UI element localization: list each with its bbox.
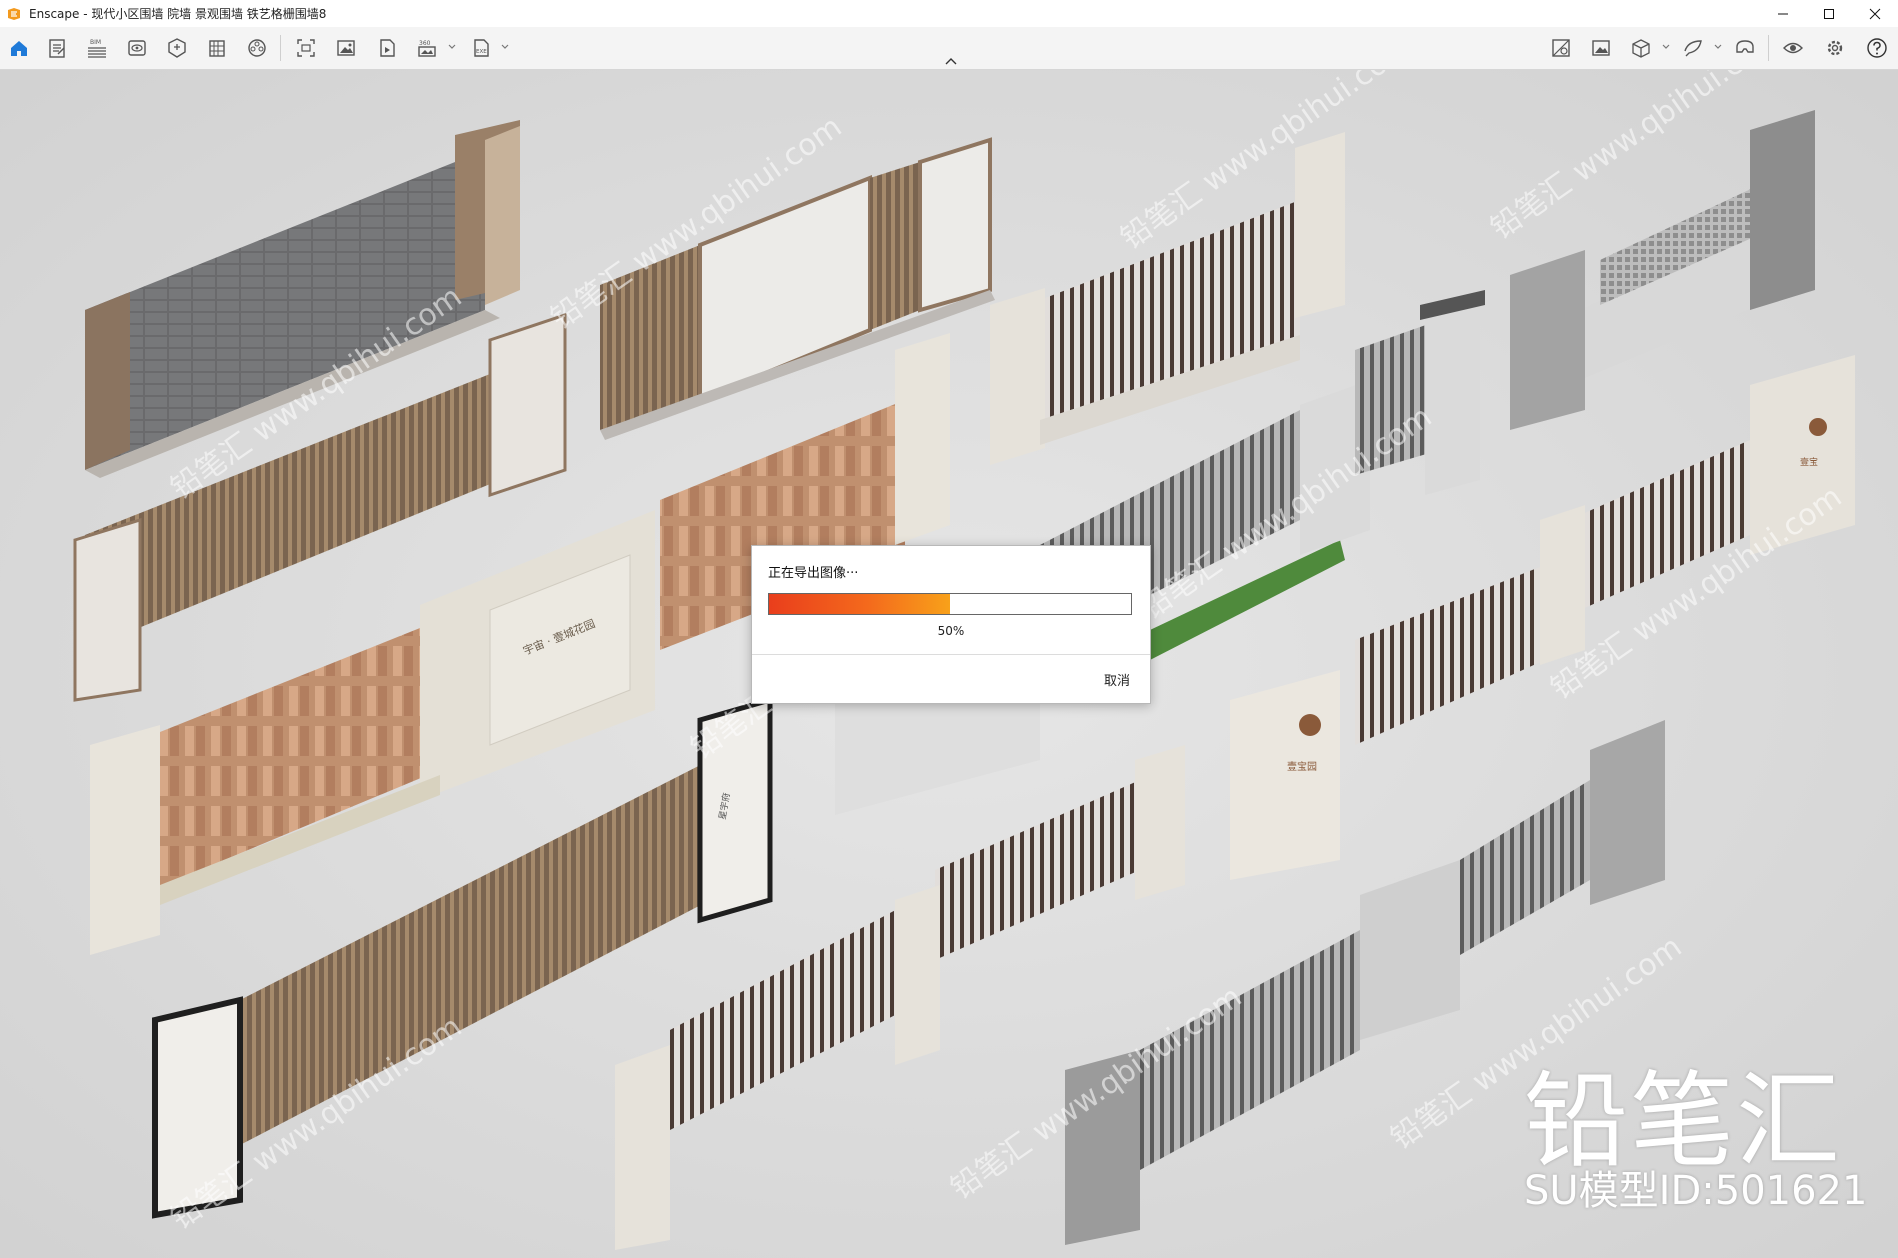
maximize-icon — [1824, 8, 1834, 19]
visibility-button[interactable] — [1780, 35, 1806, 61]
progress-bar — [768, 593, 1132, 615]
home-button[interactable] — [6, 35, 32, 61]
minimize-button[interactable] — [1760, 0, 1806, 27]
svg-text:360: 360 — [419, 40, 431, 47]
building-icon — [209, 40, 225, 57]
feedback-dropdown-icon[interactable] — [1713, 41, 1723, 53]
video-button[interactable] — [374, 35, 400, 61]
emblem-icon — [1809, 418, 1827, 436]
vr-headset-icon — [1736, 40, 1754, 53]
cube-view-icon — [1632, 39, 1650, 58]
feedback-icon — [1684, 40, 1702, 57]
home-icon — [11, 41, 27, 56]
svg-text:EXE: EXE — [476, 49, 487, 55]
export-progress-dialog: 正在导出图像··· 50% 取消 — [751, 545, 1151, 704]
close-icon — [1869, 8, 1881, 19]
vr-headset-button[interactable] — [1732, 35, 1758, 61]
dialog-divider — [752, 654, 1150, 655]
asset-library-button[interactable] — [164, 35, 190, 61]
dialog-title: 正在导出图像··· — [768, 566, 859, 581]
cube-view-button[interactable] — [1628, 35, 1654, 61]
cancel-button[interactable]: 取消 — [1104, 670, 1130, 689]
feedback-button[interactable] — [1680, 35, 1706, 61]
progress-percent-label: 50% — [937, 624, 965, 638]
window-controls — [1760, 0, 1898, 27]
asset-library-icon — [168, 38, 186, 58]
bim-icon: BIM — [88, 39, 106, 58]
svg-text:BIM: BIM — [90, 39, 101, 46]
image-gallery-button[interactable] — [1588, 35, 1614, 61]
material-editor-button[interactable] — [1548, 35, 1574, 61]
toolbar-separator — [280, 35, 281, 61]
export-dropdown-icon[interactable] — [500, 41, 510, 53]
view-icon — [128, 40, 146, 56]
help-button[interactable] — [1864, 35, 1890, 61]
progress-bar-fill — [769, 594, 950, 614]
screenshot-icon — [297, 39, 315, 57]
atmosphere-icon — [248, 39, 266, 57]
enscape-logo-icon — [8, 7, 20, 20]
image-gallery-icon — [1592, 40, 1610, 56]
panorama-icon: 360 — [418, 40, 436, 57]
bim-button[interactable]: BIM — [84, 35, 110, 61]
panorama-dropdown-icon[interactable] — [447, 41, 457, 53]
visibility-icon — [1783, 42, 1803, 54]
close-button[interactable] — [1852, 0, 1898, 27]
title-bar: Enscape - 现代小区围墙 院墙 景观围墙 铁艺格栅围墙8 — [0, 0, 1898, 28]
maximize-button[interactable] — [1806, 0, 1852, 27]
collapse-toolbar-icon[interactable] — [943, 55, 959, 67]
sign-text-d: 壹宝 — [1800, 456, 1818, 468]
panorama-button[interactable]: 360 — [414, 35, 440, 61]
views-button[interactable] — [124, 35, 150, 61]
document-button[interactable] — [44, 35, 70, 61]
settings-icon — [1827, 40, 1843, 56]
cube-dropdown-icon[interactable] — [1661, 41, 1671, 53]
image-icon — [337, 40, 355, 56]
material-editor-icon — [1552, 39, 1570, 57]
emblem-icon — [1299, 714, 1321, 736]
export-exe-button[interactable]: EXE — [468, 35, 494, 61]
building-button[interactable] — [204, 35, 230, 61]
export-exe-icon: EXE — [474, 39, 489, 57]
minimize-icon — [1778, 13, 1788, 14]
image-button[interactable] — [333, 35, 359, 61]
window-title: Enscape - 现代小区围墙 院墙 景观围墙 铁艺格栅围墙8 — [29, 7, 327, 21]
model-id-watermark: SU模型ID:501621 — [1524, 1168, 1868, 1214]
toolbar-separator — [1768, 35, 1769, 61]
screenshot-button[interactable] — [293, 35, 319, 61]
help-icon — [1867, 38, 1887, 58]
atmosphere-button[interactable] — [244, 35, 270, 61]
sign-text-c: 壹宝园 — [1287, 760, 1317, 773]
document-icon — [49, 39, 65, 58]
video-icon — [380, 39, 395, 57]
settings-button[interactable] — [1822, 35, 1848, 61]
